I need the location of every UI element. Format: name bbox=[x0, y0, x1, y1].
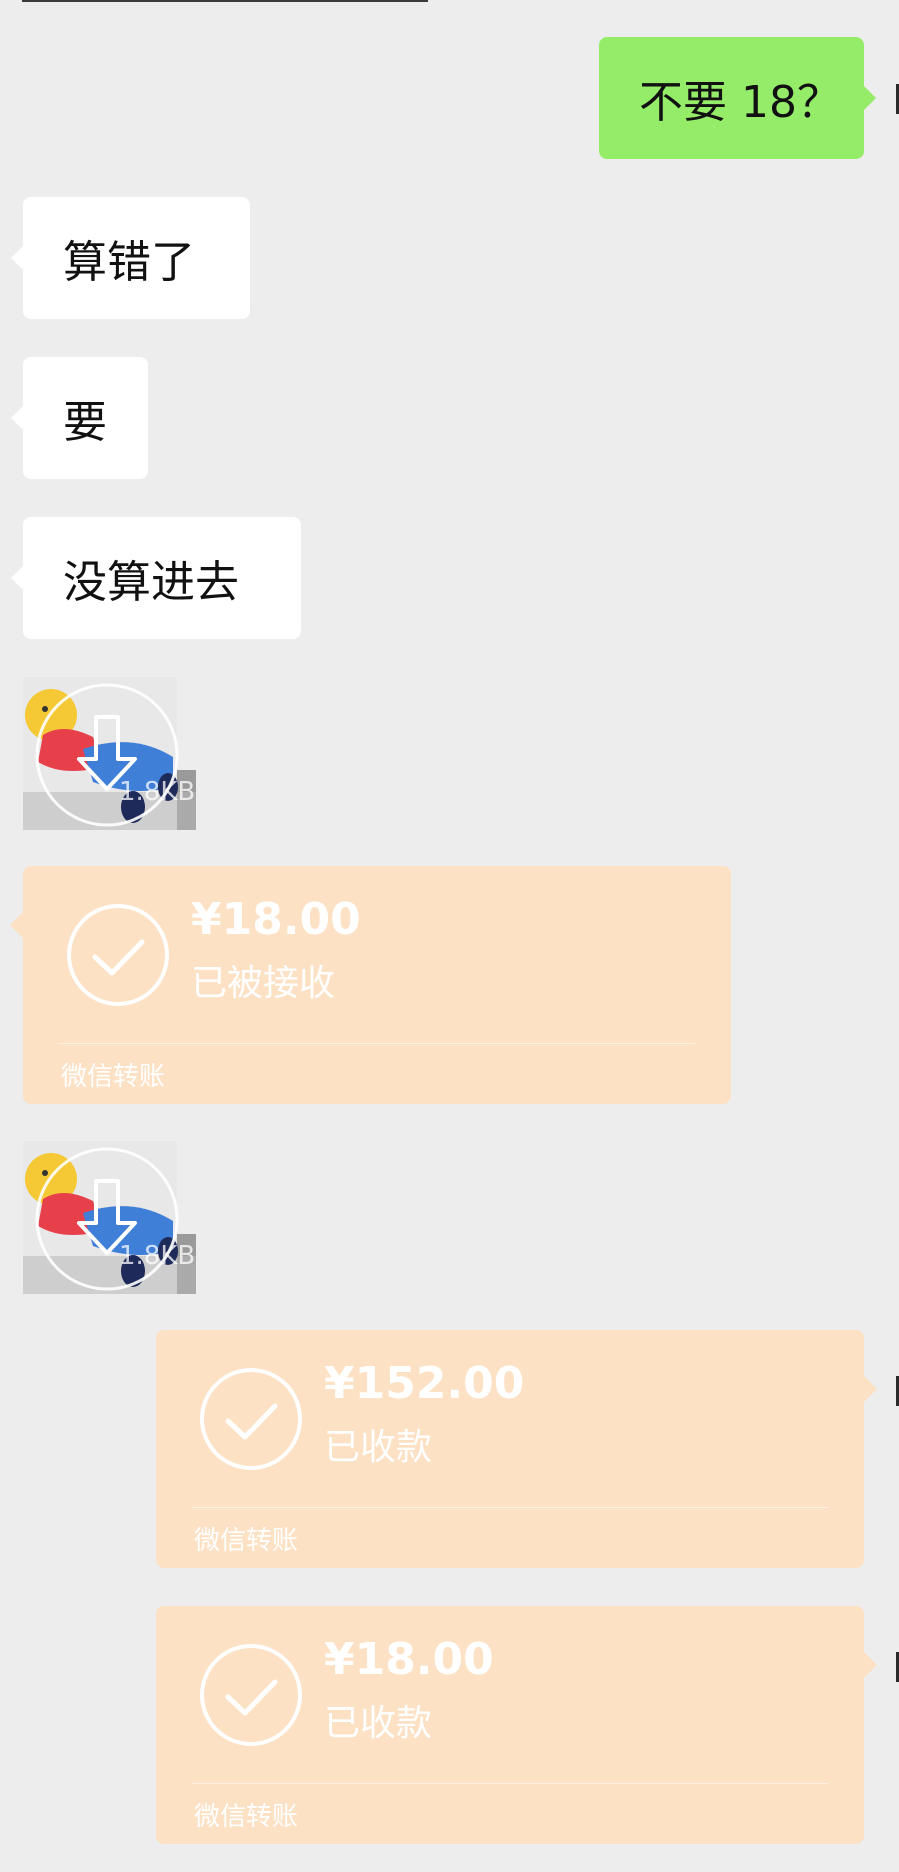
transfer-card[interactable]: ¥18.00 已收款 微信转账 bbox=[156, 1606, 877, 1844]
check-circle-icon bbox=[200, 1644, 302, 1746]
divider bbox=[59, 1043, 695, 1044]
check-circle-icon bbox=[67, 904, 169, 1006]
divider bbox=[192, 1783, 828, 1784]
transfer-card[interactable]: ¥18.00 已被接收 微信转账 bbox=[10, 866, 731, 1104]
transfer-amount: ¥18.00 bbox=[324, 1634, 494, 1685]
message-bubble[interactable]: 不要 18？ bbox=[599, 37, 876, 159]
sticker-image bbox=[23, 677, 196, 830]
sticker-message[interactable]: 1.8KB bbox=[23, 1141, 196, 1294]
sticker-image bbox=[23, 1141, 196, 1294]
file-size-label: 1.8KB bbox=[119, 777, 196, 807]
transfer-footer: 微信转账 bbox=[194, 1526, 299, 1556]
transfer-status: 已收款 bbox=[324, 1427, 433, 1468]
transfer-footer: 微信转账 bbox=[194, 1802, 299, 1832]
message-text: 要 bbox=[63, 397, 107, 448]
message-text: 没算进去 bbox=[63, 557, 239, 608]
message-text: 算错了 bbox=[63, 237, 195, 288]
check-circle-icon bbox=[200, 1368, 302, 1470]
transfer-status: 已收款 bbox=[324, 1703, 433, 1744]
message-bubble[interactable]: 没算进去 bbox=[11, 517, 301, 639]
message-bubble[interactable]: 算错了 bbox=[11, 197, 250, 319]
transfer-card[interactable]: ¥152.00 已收款 微信转账 bbox=[156, 1330, 877, 1568]
transfer-status: 已被接收 bbox=[191, 963, 336, 1004]
message-text: 不要 18？ bbox=[639, 77, 841, 128]
file-size-label: 1.8KB bbox=[119, 1241, 196, 1271]
transfer-amount: ¥152.00 bbox=[324, 1358, 525, 1409]
transfer-footer: 微信转账 bbox=[61, 1062, 166, 1092]
message-bubble[interactable]: 要 bbox=[11, 357, 148, 479]
sticker-message[interactable]: 1.8KB bbox=[23, 677, 196, 830]
divider bbox=[192, 1507, 828, 1508]
transfer-amount: ¥18.00 bbox=[191, 894, 361, 945]
previous-message-edge bbox=[22, 0, 428, 2]
